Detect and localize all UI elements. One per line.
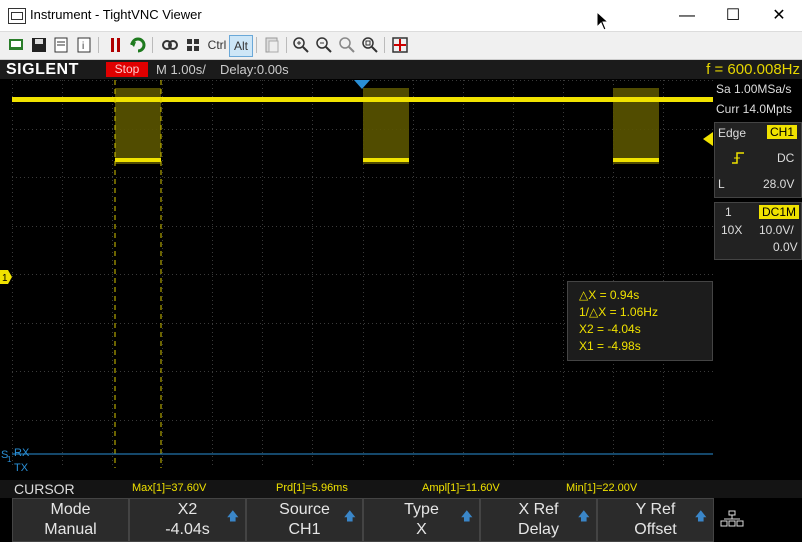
trigger-source-badge: CH1: [767, 125, 798, 139]
delay-readout: Delay:0.00s: [220, 62, 289, 77]
timebase-readout: M 1.00s/: [156, 62, 206, 77]
softkey-source[interactable]: Source CH1 🡅: [246, 498, 363, 542]
softkey-y-ref[interactable]: Y Ref Offset 🡅: [597, 498, 714, 542]
softkey-value: Manual: [44, 521, 97, 538]
oscilloscope-screen[interactable]: SIGLENT Stop M 1.00s/ Delay:0.00s f = 60…: [0, 60, 802, 542]
minimize-button[interactable]: —: [664, 0, 710, 31]
toolbar-separator: [286, 37, 287, 53]
knob-adjust-icon: 🡅: [460, 509, 473, 523]
softkey-x-ref[interactable]: X Ref Delay 🡅: [480, 498, 597, 542]
trigger-level-value: 28.0V: [763, 177, 795, 191]
ch1-trace-high: [12, 97, 713, 102]
ctrl-toggle-button[interactable]: Ctrl: [205, 35, 229, 55]
frequency-readout: f = 600.008Hz: [706, 61, 800, 78]
burst-low-level: [613, 158, 659, 162]
trigger-coupling: DC: [777, 151, 795, 165]
menu-title: CURSOR: [14, 481, 75, 497]
save-icon[interactable]: [29, 35, 49, 55]
trigger-position-marker: [354, 80, 370, 89]
knob-adjust-icon: 🡅: [343, 509, 356, 523]
zoom-out-icon[interactable]: [314, 35, 334, 55]
clipboard-icon[interactable]: [262, 35, 282, 55]
measurement-bar: CURSOR Max[1]=37.60V Prd[1]=5.96ms Ampl[…: [0, 480, 802, 498]
volts-per-div: 10.0V/: [759, 223, 794, 237]
brand-logo: SIGLENT: [6, 61, 79, 78]
softkey-x2[interactable]: X2 -4.04s 🡅: [129, 498, 246, 542]
tightvnc-icon: [8, 8, 26, 24]
probe-factor: 10X: [721, 223, 743, 237]
connection-options-icon[interactable]: [6, 35, 26, 55]
channel-number: 1: [725, 205, 732, 219]
trigger-type-label: Edge: [718, 126, 747, 140]
svg-text:i: i: [82, 41, 84, 52]
serial-bus-label-number: 1: [7, 455, 12, 464]
knob-adjust-icon: 🡅: [226, 509, 239, 523]
properties-icon[interactable]: i: [74, 35, 94, 55]
softkey-menu: Mode Manual X2 -4.04s 🡅 Source CH1 🡅 Typ…: [0, 498, 802, 542]
zoom-100-icon[interactable]: [337, 35, 357, 55]
alt-toggle-button[interactable]: Alt: [229, 35, 253, 57]
trigger-level-label: L: [718, 177, 725, 191]
maximize-button[interactable]: ☐: [710, 0, 756, 31]
pause-icon[interactable]: [106, 35, 126, 55]
channel-offset: 0.0V: [773, 240, 798, 254]
sample-rate: Sa 1.00MSa/s: [716, 82, 792, 96]
close-button[interactable]: ✕: [756, 0, 802, 31]
toolbar-separator: [152, 37, 153, 53]
x2-readout: X2 = -4.04s: [579, 322, 641, 336]
network-icon[interactable]: [720, 510, 744, 528]
softkey-type[interactable]: Type X 🡅: [363, 498, 480, 542]
ch1-offset-marker[interactable]: 1: [0, 270, 12, 284]
softkey-mode[interactable]: Mode Manual: [12, 498, 129, 542]
amplitude-measurement: Ampl[1]=11.60V: [422, 482, 500, 494]
serial-decode-lane: S 1 RX TX: [0, 445, 714, 475]
inverse-delta-x-readout: 1/△X = 1.06Hz: [579, 305, 658, 319]
serial-tx-label: TX: [14, 462, 29, 474]
refresh-icon[interactable]: [128, 35, 148, 55]
fullscreen-icon[interactable]: [390, 35, 410, 55]
toolbar-separator: [384, 37, 385, 53]
softkey-label: Mode: [50, 501, 91, 518]
burst-low-level: [363, 158, 409, 162]
toolbar-separator: [256, 37, 257, 53]
ctrl-alt-del-icon[interactable]: [160, 35, 180, 55]
window-titlebar: Instrument - TightVNC Viewer — ☐ ✕: [0, 0, 802, 32]
knob-adjust-icon: 🡅: [694, 509, 707, 523]
info-icon[interactable]: [51, 35, 71, 55]
windows-key-icon[interactable]: [183, 35, 203, 55]
zoom-in-icon[interactable]: [291, 35, 311, 55]
burst-low-level: [115, 158, 161, 162]
x1-readout: X1 = -4.98s: [579, 339, 641, 353]
cursor-measurement-box: △X = 0.94s 1/△X = 1.06Hz X2 = -4.04s X1 …: [567, 281, 713, 361]
window-title: Instrument - TightVNC Viewer: [30, 7, 202, 22]
scope-status-bar: SIGLENT Stop M 1.00s/ Delay:0.00s f = 60…: [0, 60, 802, 79]
waveform-display[interactable]: [12, 80, 713, 468]
info-panel: Sa 1.00MSa/s Curr 14.0Mpts Edge CH1 DC L…: [714, 80, 802, 468]
toolbar-separator: [98, 37, 99, 53]
serial-rx-label: RX: [14, 447, 30, 459]
memory-depth: Curr 14.0Mpts: [716, 102, 793, 116]
vnc-toolbar: i Ctrl Alt: [0, 32, 802, 60]
svg-text:1: 1: [2, 273, 8, 284]
delta-x-readout: △X = 0.94s: [579, 288, 640, 302]
channel1-settings-box[interactable]: 1 DC1M 10X 10.0V/ 0.0V: [714, 202, 802, 260]
trigger-level-marker: [703, 132, 713, 146]
zoom-fit-icon[interactable]: [360, 35, 380, 55]
mouse-pointer-icon: [596, 11, 608, 31]
rising-edge-icon: [732, 152, 744, 164]
min-measurement: Min[1]=22.00V: [566, 482, 638, 494]
trigger-settings-box[interactable]: Edge CH1 DC L 28.0V: [714, 122, 802, 198]
run-status-badge: Stop: [106, 62, 148, 77]
channel-coupling-badge: DC1M: [759, 205, 800, 219]
knob-adjust-icon: 🡅: [577, 509, 590, 523]
period-measurement: Prd[1]=5.96ms: [276, 482, 348, 494]
max-measurement: Max[1]=37.60V: [132, 482, 207, 494]
